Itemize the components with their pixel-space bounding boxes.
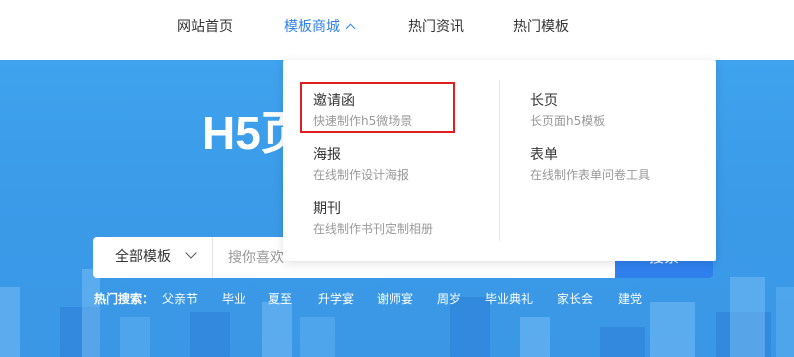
hot-search-item[interactable]: 家长会	[557, 291, 593, 307]
skyline-building	[0, 287, 20, 357]
hot-search-item[interactable]: 毕业典礼	[485, 291, 533, 307]
dropdown-item-desc: 快速制作h5微场景	[313, 114, 413, 128]
dropdown-item-title: 长页	[530, 93, 558, 109]
hot-search-item[interactable]: 建党	[618, 291, 642, 307]
dropdown-item-journal[interactable]: 期刊 在线制作书刊定制相册	[313, 200, 473, 246]
hot-search-item[interactable]: 谢师宴	[377, 291, 413, 307]
skyline-building	[650, 302, 695, 357]
hot-search-item[interactable]: 毕业	[222, 291, 246, 307]
hot-search-item[interactable]: 夏至	[268, 291, 292, 307]
skyline-building	[120, 317, 150, 357]
chevron-up-icon	[345, 23, 356, 34]
skyline-building	[300, 317, 335, 357]
hot-search-item[interactable]: 周岁	[437, 291, 461, 307]
dropdown-item-desc: 长页面h5模板	[530, 114, 606, 128]
dropdown-item-title: 期刊	[313, 201, 341, 217]
category-select[interactable]: 全部模板	[93, 237, 213, 278]
dropdown-item-desc: 在线制作书刊定制相册	[313, 222, 434, 236]
dropdown-item-form[interactable]: 表单 在线制作表单问卷工具	[530, 146, 690, 192]
skyline-building	[82, 269, 100, 357]
skyline-building	[190, 312, 230, 357]
nav-item-template-store[interactable]: 模板商城	[284, 18, 356, 36]
dropdown-item-title: 邀请函	[313, 93, 355, 109]
skyline-building	[520, 317, 550, 357]
top-nav: 网站首页 模板商城 热门资讯 热门模板	[0, 0, 794, 56]
template-store-dropdown: 邀请函 快速制作h5微场景 海报 在线制作设计海报 期刊 在线制作书刊定制相册 …	[283, 60, 716, 261]
dropdown-item-poster[interactable]: 海报 在线制作设计海报	[313, 146, 473, 192]
nav-item-home[interactable]: 网站首页	[177, 18, 233, 36]
skyline-building	[730, 277, 765, 357]
dropdown-item-title: 表单	[530, 147, 558, 163]
category-select-label: 全部模板	[115, 249, 171, 265]
dropdown-item-title: 海报	[313, 147, 341, 163]
hot-search-label: 热门搜索：	[94, 292, 155, 306]
dropdown-item-desc: 在线制作设计海报	[313, 168, 410, 182]
dropdown-item-long-page[interactable]: 长页 长页面h5模板	[530, 92, 690, 138]
hot-search-item[interactable]: 升学宴	[318, 291, 354, 307]
skyline-building	[262, 302, 292, 357]
chevron-down-icon	[185, 247, 197, 259]
dropdown-item-invitation[interactable]: 邀请函 快速制作h5微场景	[313, 92, 473, 138]
skyline-building	[600, 327, 645, 357]
hot-search-item[interactable]: 父亲节	[162, 291, 198, 307]
dropdown-item-desc: 在线制作表单问卷工具	[530, 168, 651, 182]
nav-item-hot-news[interactable]: 热门资讯	[408, 18, 464, 36]
nav-item-template-store-label: 模板商城	[284, 19, 340, 35]
skyline-building	[776, 287, 794, 357]
dropdown-divider	[499, 80, 500, 241]
nav-item-hot-templates[interactable]: 热门模板	[513, 18, 569, 36]
